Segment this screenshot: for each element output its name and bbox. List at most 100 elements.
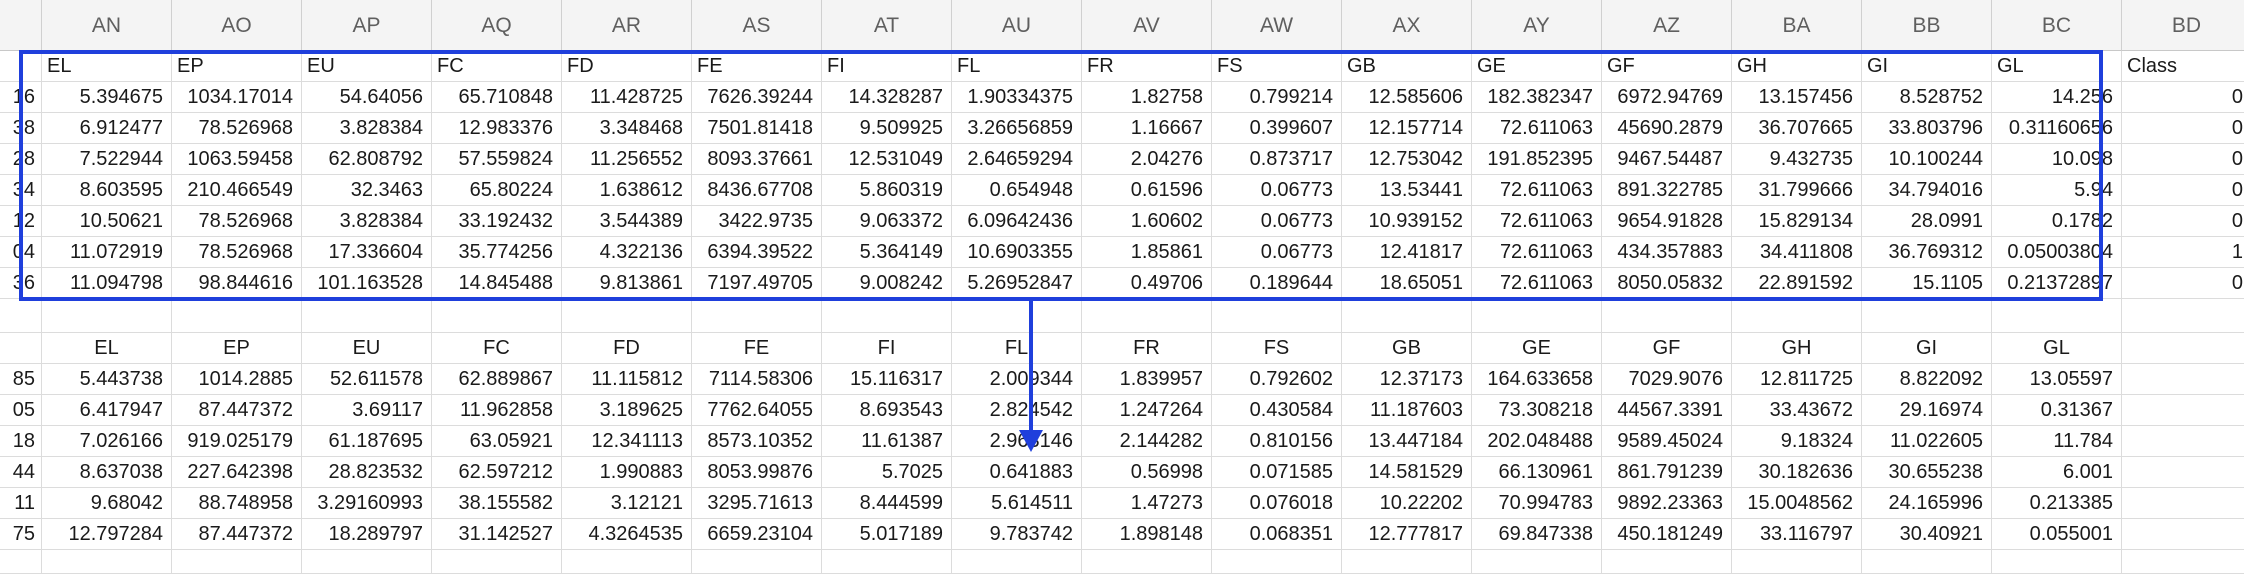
table-cell[interactable]: 8053.99876	[692, 457, 822, 488]
table-cell[interactable]: 28.0991	[1862, 206, 1992, 237]
table-cell[interactable]: 78.526968	[172, 237, 302, 268]
column-header-ap[interactable]: AP	[302, 0, 432, 51]
header-cell[interactable]: EU	[302, 333, 432, 364]
table-cell[interactable]: 0.21372897	[1992, 268, 2122, 299]
table-cell[interactable]: 10.22202	[1342, 488, 1472, 519]
table-cell[interactable]: 70.994783	[1472, 488, 1602, 519]
table-cell[interactable]: 0.31160656	[1992, 113, 2122, 144]
column-header-au[interactable]: AU	[952, 0, 1082, 51]
header-cell[interactable]: EL	[42, 51, 172, 82]
table-cell[interactable]: 1.898148	[1082, 519, 1212, 550]
table-cell[interactable]: 15.1105	[1862, 268, 1992, 299]
table-cell[interactable]	[2122, 395, 2244, 426]
table-cell[interactable]: 6.417947	[42, 395, 172, 426]
table-cell[interactable]: 0.56998	[1082, 457, 1212, 488]
table-cell[interactable]	[2122, 488, 2244, 519]
table-cell[interactable]: 11.022605	[1862, 426, 1992, 457]
table-cell[interactable]: 2.144282	[1082, 426, 1212, 457]
table-cell[interactable]: 3.828384	[302, 113, 432, 144]
table-cell[interactable]	[2122, 519, 2244, 550]
table-cell[interactable]: 73.308218	[1472, 395, 1602, 426]
table-cell[interactable]	[302, 299, 432, 333]
table-cell[interactable]: 9589.45024	[1602, 426, 1732, 457]
table-cell[interactable]: 0.799214	[1212, 82, 1342, 113]
table-cell[interactable]	[1082, 550, 1212, 574]
table-cell[interactable]: 3.29160993	[302, 488, 432, 519]
table-cell[interactable]: 164.633658	[1472, 364, 1602, 395]
table-cell[interactable]: 0	[2122, 113, 2244, 144]
table-cell[interactable]	[432, 550, 562, 574]
table-cell[interactable]: 11.61387	[822, 426, 952, 457]
table-cell[interactable]: 65.710848	[432, 82, 562, 113]
table-cell[interactable]: 14.845488	[432, 268, 562, 299]
table-cell[interactable]: 11.187603	[1342, 395, 1472, 426]
table-cell[interactable]: 6394.39522	[692, 237, 822, 268]
table-cell[interactable]: 3.828384	[302, 206, 432, 237]
table-cell[interactable]: 10.6903355	[952, 237, 1082, 268]
table-cell[interactable]: 8.528752	[1862, 82, 1992, 113]
header-cell[interactable]: FS	[1212, 51, 1342, 82]
table-cell[interactable]	[2122, 299, 2244, 333]
table-cell[interactable]: 7.026166	[42, 426, 172, 457]
table-cell[interactable]: 191.852395	[1472, 144, 1602, 175]
table-cell[interactable]: 11.784	[1992, 426, 2122, 457]
header-cell[interactable]: GH	[1732, 333, 1862, 364]
table-cell[interactable]: 0.810156	[1212, 426, 1342, 457]
header-cell[interactable]: EL	[42, 333, 172, 364]
table-cell[interactable]	[952, 299, 1082, 333]
table-cell[interactable]: 1034.17014	[172, 82, 302, 113]
column-header-as[interactable]: AS	[692, 0, 822, 51]
table-cell[interactable]: 13.447184	[1342, 426, 1472, 457]
table-cell[interactable]: 1.638612	[562, 175, 692, 206]
table-cell[interactable]: 35.774256	[432, 237, 562, 268]
table-cell[interactable]: 18.289797	[302, 519, 432, 550]
column-header-ay[interactable]: AY	[1472, 0, 1602, 51]
table-cell[interactable]: 8436.67708	[692, 175, 822, 206]
column-header-bc[interactable]: BC	[1992, 0, 2122, 51]
column-header-at[interactable]: AT	[822, 0, 952, 51]
table-cell[interactable]: 9467.54487	[1602, 144, 1732, 175]
table-cell[interactable]	[302, 550, 432, 574]
table-cell[interactable]: 6.001	[1992, 457, 2122, 488]
table-cell[interactable]: 5.364149	[822, 237, 952, 268]
table-cell[interactable]	[1602, 299, 1732, 333]
table-cell[interactable]	[1992, 299, 2122, 333]
table-cell[interactable]: 1.16667	[1082, 113, 1212, 144]
table-cell[interactable]: 45690.2879	[1602, 113, 1732, 144]
table-cell[interactable]: 12.753042	[1342, 144, 1472, 175]
table-cell[interactable]: 7114.58306	[692, 364, 822, 395]
table-cell[interactable]: 8.603595	[42, 175, 172, 206]
header-cell[interactable]: GL	[1992, 51, 2122, 82]
table-cell[interactable]	[1602, 550, 1732, 574]
table-cell[interactable]: 2.824542	[952, 395, 1082, 426]
table-cell[interactable]: 62.597212	[432, 457, 562, 488]
table-cell[interactable]: 57.559824	[432, 144, 562, 175]
table-cell[interactable]: 18.65051	[1342, 268, 1472, 299]
table-cell[interactable]: 62.889867	[432, 364, 562, 395]
table-cell[interactable]	[1862, 550, 1992, 574]
column-header-ao[interactable]: AO	[172, 0, 302, 51]
table-cell[interactable]: 2.009344	[952, 364, 1082, 395]
table-cell[interactable]: 22.891592	[1732, 268, 1862, 299]
header-cell[interactable]: GB	[1342, 333, 1472, 364]
table-cell[interactable]: 0.654948	[952, 175, 1082, 206]
table-cell[interactable]: 12.41817	[1342, 237, 1472, 268]
table-cell[interactable]: 0.430584	[1212, 395, 1342, 426]
table-cell[interactable]: 78.526968	[172, 206, 302, 237]
table-cell[interactable]	[2122, 457, 2244, 488]
table-cell[interactable]: 34.794016	[1862, 175, 1992, 206]
table-cell[interactable]	[562, 299, 692, 333]
table-cell[interactable]: 0.31367	[1992, 395, 2122, 426]
table-cell[interactable]: 72.611063	[1472, 175, 1602, 206]
table-cell[interactable]: 87.447372	[172, 395, 302, 426]
header-cell[interactable]: FE	[692, 333, 822, 364]
table-cell[interactable]	[172, 550, 302, 574]
header-cell[interactable]: EP	[172, 333, 302, 364]
column-header-aw[interactable]: AW	[1212, 0, 1342, 51]
table-cell[interactable]: 0	[2122, 268, 2244, 299]
header-cell[interactable]: FD	[562, 51, 692, 82]
table-cell[interactable]	[1342, 299, 1472, 333]
table-cell[interactable]: 98.844616	[172, 268, 302, 299]
table-cell[interactable]: 3.69117	[302, 395, 432, 426]
table-cell[interactable]	[2122, 550, 2244, 574]
